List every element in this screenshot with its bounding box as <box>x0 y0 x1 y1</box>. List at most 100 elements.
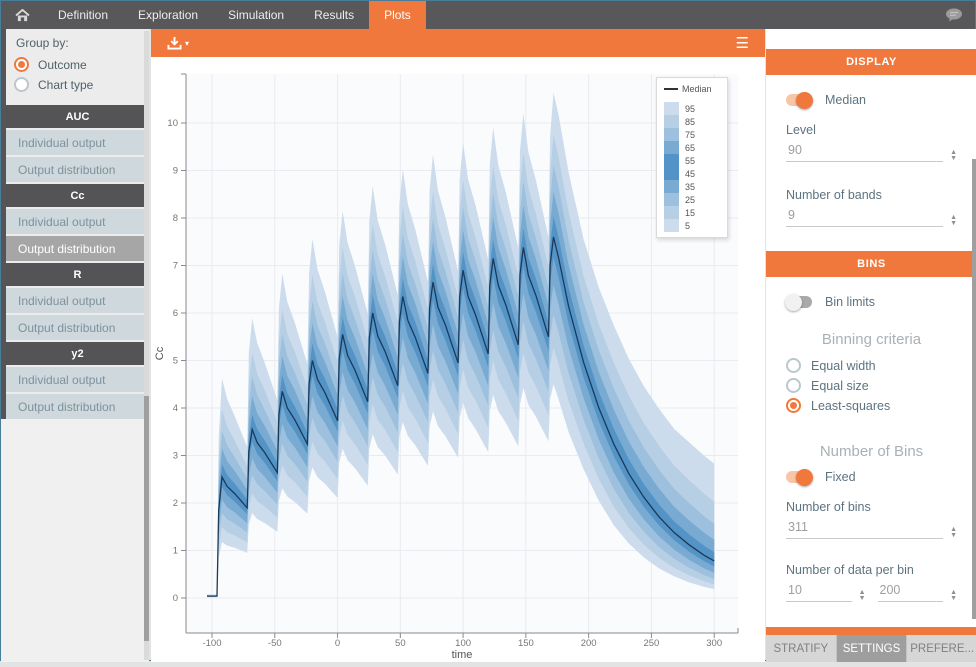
legend-band-swatch <box>664 180 679 193</box>
group-by-option-chart-type[interactable]: Chart type <box>14 77 141 92</box>
sidebar-item-auc-output-distribution[interactable]: Output distribution <box>6 157 149 182</box>
fixed-toggle-label: Fixed <box>825 470 856 484</box>
number-of-data-per-bin-label: Number of data per bin <box>786 563 957 577</box>
panel-footer: STRATIFYSETTINGSPREFERE... <box>766 627 976 662</box>
legend-band-label: 35 <box>685 182 695 192</box>
sidebar-section-r: R <box>6 263 149 286</box>
svg-text:8: 8 <box>173 213 178 224</box>
chart-legend: Median 9585756555453525155 <box>656 77 728 238</box>
legend-band-label: 15 <box>685 208 695 218</box>
svg-text:200: 200 <box>581 638 597 649</box>
chart-toolbar: ▾ ☰ <box>151 29 765 57</box>
chat-bubble-icon[interactable] <box>945 8 963 22</box>
fixed-toggle[interactable] <box>786 471 812 483</box>
sidebar-item-cc-individual-output[interactable]: Individual output <box>6 209 149 234</box>
bin-limits-toggle-label: Bin limits <box>825 295 875 309</box>
binning-criteria-title: Binning criteria <box>786 331 957 348</box>
nav-tab-exploration[interactable]: Exploration <box>123 1 213 29</box>
legend-band-label: 65 <box>685 143 695 153</box>
data-per-bin-min-stepper[interactable]: ▲▼ <box>859 590 866 602</box>
binning-criteria-option-equal-size[interactable]: Equal size <box>786 378 957 393</box>
bins-section-header: BINS <box>766 251 976 277</box>
nav-tab-results[interactable]: Results <box>299 1 369 29</box>
nav-tab-definition[interactable]: Definition <box>43 1 123 29</box>
group-by-option-label: Chart type <box>38 78 93 92</box>
data-per-bin-max-input[interactable]: 200 <box>878 581 944 602</box>
level-input[interactable]: 90 <box>786 141 943 162</box>
export-button[interactable]: ▾ <box>167 36 189 50</box>
legend-band-swatch <box>664 102 679 115</box>
binning-criteria-option-label: Least-squares <box>811 399 890 413</box>
sidebar-item-cc-output-distribution[interactable]: Output distribution <box>6 236 149 261</box>
legend-band-label: 55 <box>685 156 695 166</box>
svg-text:4: 4 <box>173 403 178 414</box>
sidebar-section-y2: y2 <box>6 342 149 365</box>
data-per-bin-max-stepper[interactable]: ▲▼ <box>950 590 957 602</box>
nav-tab-simulation[interactable]: Simulation <box>213 1 299 29</box>
sidebar-item-y2-individual-output[interactable]: Individual output <box>6 367 149 392</box>
caret-down-icon: ▾ <box>185 39 189 48</box>
legend-band-entry: 95 <box>664 102 722 115</box>
legend-band-entry: 45 <box>664 167 722 180</box>
legend-band-label: 5 <box>685 221 690 231</box>
chart-menu-button[interactable]: ☰ <box>736 36 749 51</box>
svg-text:time: time <box>452 649 473 661</box>
legend-band-entry: 15 <box>664 206 722 219</box>
svg-text:0: 0 <box>173 593 178 604</box>
svg-text:10: 10 <box>167 118 178 129</box>
radio-icon[interactable] <box>786 358 801 373</box>
bin-limits-toggle[interactable] <box>786 296 812 308</box>
home-button[interactable] <box>1 1 43 29</box>
sidebar-section-auc: AUC <box>6 105 149 128</box>
number-of-bins-input[interactable]: 311 <box>786 518 943 539</box>
number-of-bands-stepper[interactable]: ▲▼ <box>950 215 957 227</box>
number-of-bands-label: Number of bands <box>786 188 957 202</box>
sidebar-item-auc-individual-output[interactable]: Individual output <box>6 130 149 155</box>
level-label: Level <box>786 123 957 137</box>
legend-median-entry: Median <box>664 84 722 94</box>
panel-tab-settings[interactable]: SETTINGS <box>837 635 908 662</box>
binning-criteria-option-equal-width[interactable]: Equal width <box>786 358 957 373</box>
svg-text:Cc: Cc <box>154 346 166 360</box>
median-toggle-row[interactable]: Median <box>786 93 957 107</box>
legend-median-label: Median <box>682 84 712 94</box>
sidebar-scrollbar[interactable] <box>144 31 149 660</box>
settings-scrollbar[interactable] <box>972 159 976 619</box>
sidebar-section-cc: Cc <box>6 184 149 207</box>
svg-text:250: 250 <box>643 638 659 649</box>
median-toggle-label: Median <box>825 93 866 107</box>
settings-panel: DISPLAY Median Level 90 ▲▼ Number of ban… <box>766 29 976 662</box>
legend-band-swatch <box>664 219 679 232</box>
legend-band-label: 25 <box>685 195 695 205</box>
bin-limits-toggle-row[interactable]: Bin limits <box>786 295 957 309</box>
sidebar-item-r-output-distribution[interactable]: Output distribution <box>6 315 149 340</box>
plot-list-sidebar: Group by: OutcomeChart type AUCIndividua… <box>1 29 149 662</box>
nav-tab-plots[interactable]: Plots <box>369 1 426 29</box>
data-per-bin-min-input[interactable]: 10 <box>786 581 852 602</box>
binning-criteria-option-label: Equal size <box>811 379 869 393</box>
legend-band-swatch <box>664 193 679 206</box>
fixed-toggle-row[interactable]: Fixed <box>786 470 957 484</box>
group-by-option-outcome[interactable]: Outcome <box>14 57 141 72</box>
panel-tab-prefere-[interactable]: PREFERE... <box>907 635 976 662</box>
svg-text:5: 5 <box>173 356 178 367</box>
radio-icon[interactable] <box>786 398 801 413</box>
radio-icon[interactable] <box>14 77 29 92</box>
svg-text:0: 0 <box>335 638 340 649</box>
hamburger-icon: ☰ <box>736 35 749 52</box>
radio-icon[interactable] <box>14 57 29 72</box>
number-of-bins-stepper[interactable]: ▲▼ <box>950 527 957 539</box>
sidebar-item-r-individual-output[interactable]: Individual output <box>6 288 149 313</box>
median-toggle[interactable] <box>786 94 812 106</box>
legend-band-entry: 75 <box>664 128 722 141</box>
svg-text:6: 6 <box>173 308 178 319</box>
top-navbar: DefinitionExplorationSimulationResultsPl… <box>1 1 975 29</box>
number-of-bands-input[interactable]: 9 <box>786 206 943 227</box>
panel-tab-stratify[interactable]: STRATIFY <box>766 635 837 662</box>
legend-band-entry: 5 <box>664 219 722 232</box>
sidebar-item-y2-output-distribution[interactable]: Output distribution <box>6 394 149 419</box>
level-stepper[interactable]: ▲▼ <box>950 150 957 162</box>
radio-icon[interactable] <box>786 378 801 393</box>
home-icon <box>15 9 30 22</box>
binning-criteria-option-least-squares[interactable]: Least-squares <box>786 398 957 413</box>
